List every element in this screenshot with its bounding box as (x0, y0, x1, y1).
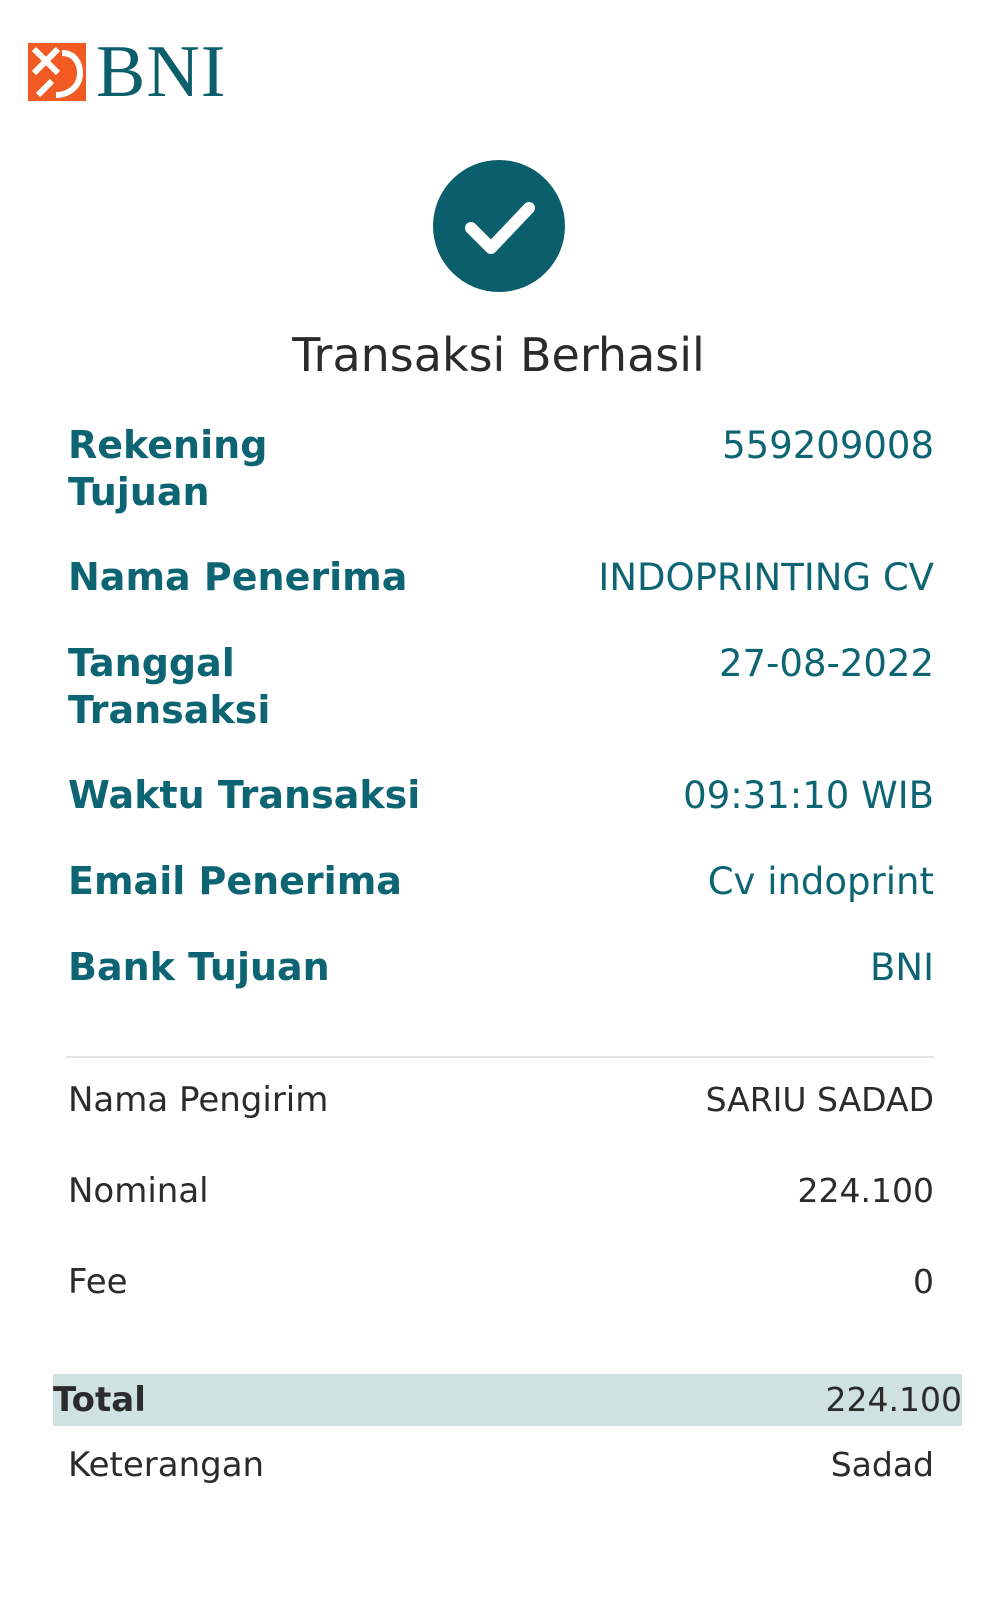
detail-value: 27-08-2022 (718, 642, 934, 685)
bni-logo-icon (28, 43, 86, 101)
detail-label: Rekening Tujuan (68, 423, 268, 514)
detail-row-rekening-tujuan: Rekening Tujuan 559209008 (68, 422, 934, 516)
detail-row-tanggal-transaksi: Tanggal Transaksi 27-08-2022 (68, 640, 934, 734)
detail-value: BNI (870, 946, 934, 989)
detail-label: Bank Tujuan (68, 945, 330, 989)
summary-value: 224.100 (797, 1171, 934, 1210)
total-label: Total (53, 1380, 146, 1420)
page-title: Transaksi Berhasil (292, 328, 705, 382)
bni-logo: BNI (28, 31, 227, 113)
bank-name: BNI (96, 31, 227, 113)
detail-value: 09:31:10 WIB (683, 774, 934, 817)
detail-label: Email Penerima (68, 859, 402, 903)
summary-label: Nama Pengirim (68, 1080, 329, 1120)
total-row: Total 224.100 (53, 1378, 962, 1422)
detail-value: 559209008 (722, 424, 934, 467)
note-label: Keterangan (68, 1445, 265, 1485)
divider (66, 1056, 934, 1058)
detail-label: Tanggal Transaksi (68, 641, 271, 732)
detail-row-waktu-transaksi: Waktu Transaksi 09:31:10 WIB (68, 772, 934, 819)
detail-value: INDOPRINTING CV (598, 556, 934, 599)
summary-value: SARIU SADAD (705, 1080, 934, 1119)
summary-row-nama-pengirim: Nama Pengirim SARIU SADAD (68, 1078, 934, 1122)
check-circle-icon (433, 160, 565, 292)
summary-value: 0 (913, 1262, 934, 1301)
summary-row-nominal: Nominal 224.100 (68, 1169, 934, 1213)
detail-value: Cv indoprint (707, 860, 934, 903)
detail-row-email-penerima: Email Penerima Cv indoprint (68, 858, 934, 905)
detail-row-nama-penerima: Nama Penerima INDOPRINTING CV (68, 554, 934, 601)
note-value: Sadad (830, 1445, 934, 1484)
detail-label: Waktu Transaksi (68, 773, 421, 817)
summary-label: Nominal (68, 1171, 209, 1211)
total-value: 224.100 (825, 1380, 962, 1419)
summary-row-fee: Fee 0 (68, 1260, 934, 1304)
note-row: Keterangan Sadad (68, 1443, 934, 1487)
summary-label: Fee (68, 1262, 128, 1302)
detail-row-bank-tujuan: Bank Tujuan BNI (68, 944, 934, 991)
detail-label: Nama Penerima (68, 555, 408, 599)
